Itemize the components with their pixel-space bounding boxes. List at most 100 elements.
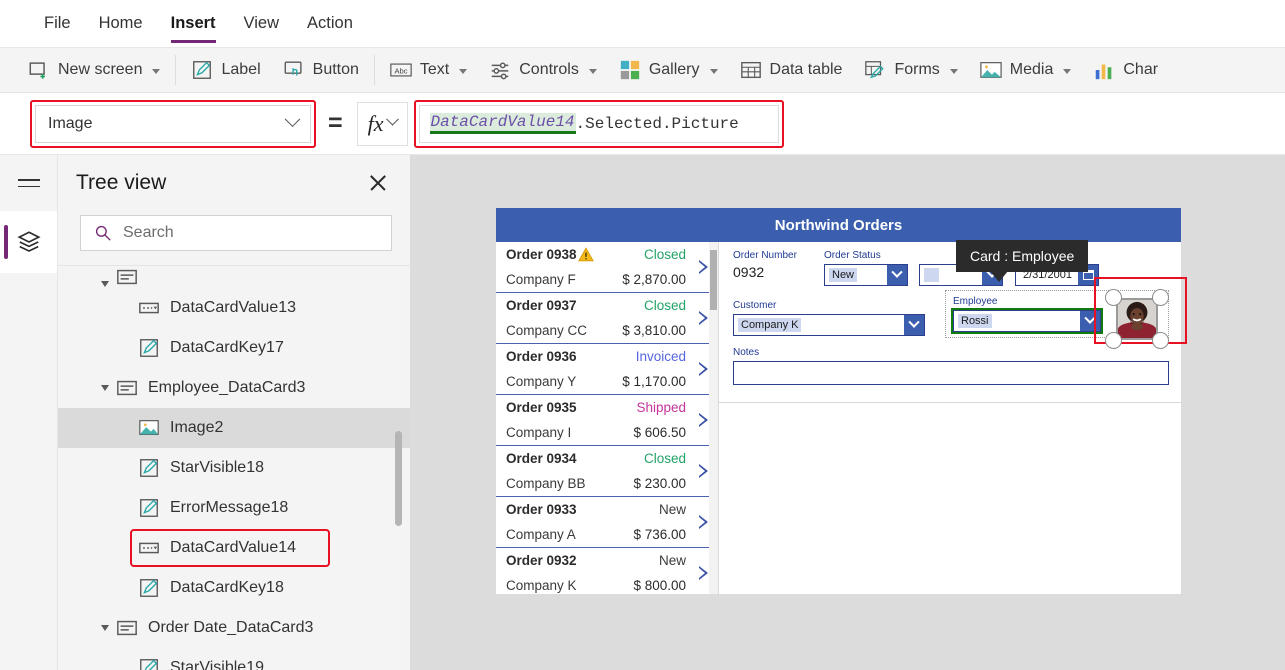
datacard-icon [117,269,137,285]
tree-node-datacardvalue14[interactable]: DataCardValue14 [58,528,410,568]
notes-input[interactable] [733,361,1169,385]
tree-spacer [123,425,131,431]
gallery-status: Closed [643,451,686,466]
chevron-right-icon[interactable] [698,566,708,580]
label-control-icon [140,659,158,670]
dropdown-button[interactable] [904,315,924,335]
resize-handle-bottom-left[interactable] [1105,332,1122,349]
chevron-right-icon[interactable] [698,311,708,325]
gallery-amount: $ 1,170.00 [622,374,686,389]
ribbon-label: Gallery [648,61,700,78]
chevron-right-icon[interactable] [698,464,708,478]
ribbon-label: Data table [769,61,843,78]
resize-handle-top-right[interactable] [1152,289,1169,306]
chevron-down-icon[interactable] [588,69,597,74]
formula-reference-token: DataCardValue14 [429,113,576,134]
gallery-row[interactable]: Order 0937 Closed Company CC $ 3,810.00 [496,293,718,344]
rail-tree-view-button[interactable] [0,211,57,273]
customer-dropdown[interactable]: Company K [733,314,925,336]
tree-node-starvisible18[interactable]: StarVisible18 [58,448,410,488]
ribbon-controls-button[interactable]: Controls [478,48,608,92]
formula-input[interactable]: DataCardValue14 .Selected.Picture [418,104,779,143]
ribbon-divider [373,55,375,85]
expand-collapse-icon[interactable] [101,281,109,287]
forms-icon [865,61,885,79]
gallery-scrollbar-thumb[interactable] [710,250,717,310]
chevron-down-icon[interactable] [1063,69,1072,74]
gallery-company: Company A [506,527,576,542]
gallery-status: Shipped [636,400,686,415]
search-input[interactable]: Search [80,215,392,251]
chevron-down-icon[interactable] [152,69,161,74]
tree-node-list[interactable]: DataCardValue13 DataCardKey17 Employee_Dat… [58,266,410,670]
ribbon-button-button[interactable]: Button [272,48,370,92]
menu-item-view[interactable]: View [230,1,293,47]
gallery-row[interactable]: Order 0935 Shipped Company I $ 606.50 [496,395,718,446]
tree-node-clipped[interactable] [58,266,410,288]
chevron-down-icon[interactable] [459,69,468,74]
expand-collapse-icon[interactable] [101,625,109,631]
controls-sliders-icon [492,62,509,80]
chevron-right-icon[interactable] [698,362,708,376]
fx-label: fx [367,110,384,136]
dropdown-button[interactable] [887,265,907,285]
chevron-down-icon[interactable] [709,69,718,74]
gallery-row[interactable]: Order 0936 Invoiced Company Y $ 1,170.00 [496,344,718,395]
fx-button[interactable]: fx [356,101,408,146]
tree-node-image2[interactable]: Image2 [58,408,410,448]
chevron-right-icon[interactable] [698,413,708,427]
ribbon-media-button[interactable]: Media [969,48,1083,92]
tree-node-label: ErrorMessage18 [170,499,289,516]
menu-item-insert[interactable]: Insert [157,1,230,47]
tree-node-employee-datacard3[interactable]: Employee_DataCard3 [58,368,410,408]
tree-node-datacardkey18[interactable]: DataCardKey18 [58,568,410,608]
card-tooltip: Card : Employee [956,240,1089,282]
ribbon-text-button[interactable]: Abc Text [379,48,478,92]
order-status-dropdown[interactable]: New [824,264,908,286]
close-icon[interactable] [368,173,388,193]
tree-search-row: Search [58,211,410,265]
menu-item-home[interactable]: Home [85,1,157,47]
tree-node-order-date-datacard3[interactable]: Order Date_DataCard3 [58,608,410,648]
field-customer: Customer Company K [733,300,925,336]
text-abc-icon: Abc [390,63,412,77]
gallery-row[interactable]: Order 0933 New Company A $ 736.00 [496,497,718,548]
resize-handle-bottom-right[interactable] [1152,332,1169,349]
tree-node-starvisible19[interactable]: StarVisible19 [58,648,410,670]
menu-item-action[interactable]: Action [293,1,367,47]
ribbon-forms-button[interactable]: Forms [853,48,968,92]
tree-node-label: Image2 [170,419,224,436]
hamburger-menu-button[interactable] [0,155,57,211]
gallery-company: Company F [506,272,576,287]
gallery-row[interactable]: Order 0932 New Company K $ 800.00 [496,548,718,594]
employee-dropdown[interactable]: Rossi [951,308,1103,334]
gallery-scrollbar[interactable] [709,242,718,594]
tree-node-errormessage18[interactable]: ErrorMessage18 [58,488,410,528]
menu-item-file[interactable]: File [30,1,85,47]
ribbon-gallery-button[interactable]: Gallery [608,48,729,92]
tree-node-datacardkey17[interactable]: DataCardKey17 [58,328,410,368]
employee-picture-image-control[interactable] [1105,289,1169,349]
chevron-down-icon[interactable] [949,69,958,74]
chevron-right-icon[interactable] [698,515,708,529]
expand-collapse-icon[interactable] [101,385,109,391]
gallery-row[interactable]: Order 0934 Closed Company BB $ 230.00 [496,446,718,497]
ribbon-charts-button[interactable]: Char [1082,48,1169,92]
tree-view-header: Tree view [58,155,410,211]
ribbon-label-button[interactable]: Label [180,48,271,92]
label-control-icon [140,459,158,477]
ribbon-new-screen-button[interactable]: New screen [0,48,171,92]
orders-gallery[interactable]: Order 0938 Closed Company F $ 2,870.00 Order… [496,242,718,594]
app-canvas: Northwind Orders Order 0938 Closed Company… [411,155,1285,670]
tree-node-datacardvalue13[interactable]: DataCardValue13 [58,288,410,328]
resize-handle-top-left[interactable] [1105,289,1122,306]
chevron-right-icon[interactable] [698,260,708,274]
tree-node-label: DataCardValue14 [170,539,297,556]
ribbon-data-table-button[interactable]: Data table [729,48,854,92]
gallery-row[interactable]: Order 0938 Closed Company F $ 2,870.00 [496,242,718,293]
gallery-order-id: Order 0938 [506,247,622,262]
hamburger-icon [17,174,40,192]
image-control-icon [139,420,159,436]
property-dropdown[interactable]: Image [35,104,311,143]
tree-scrollbar-thumb[interactable] [395,431,402,526]
